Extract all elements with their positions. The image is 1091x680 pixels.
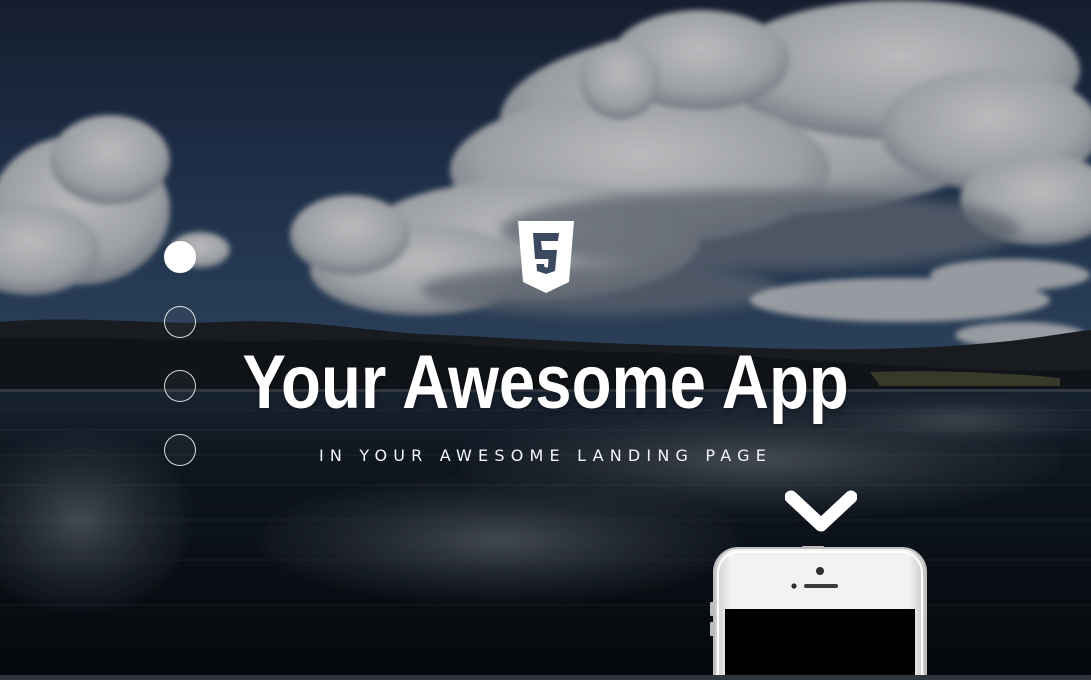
scroll-down-button[interactable] [785,487,857,537]
hero-section: Your Awesome App IN YOUR AWESOME LANDING… [0,0,1091,680]
chevron-down-icon [785,490,857,532]
pagination-dot-2[interactable] [164,306,196,338]
bottom-edge-bar [0,675,1091,680]
html5-icon [516,221,576,293]
pagination-dot-3[interactable] [164,370,196,402]
phone-mockup-image [708,546,930,680]
smartphone-icon [710,546,927,680]
pagination-dot-4[interactable] [164,434,196,466]
slide-pagination [164,241,198,471]
pagination-dot-1[interactable] [164,241,196,273]
page-title: Your Awesome App [242,340,849,425]
